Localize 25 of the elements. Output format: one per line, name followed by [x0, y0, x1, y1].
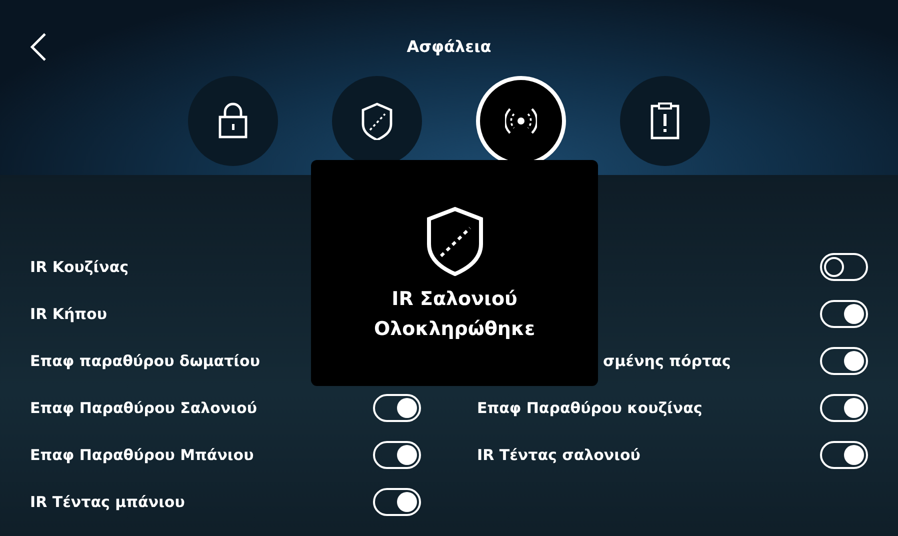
- zone-label: IR Κουζίνας: [30, 256, 129, 278]
- lock-icon: [217, 102, 249, 140]
- page-title: Ασφάλεια: [406, 37, 492, 57]
- zone-label: IR Κήπου: [30, 304, 107, 325]
- shield-icon: [361, 102, 393, 140]
- notification-status: Ολοκληρώθηκε: [374, 317, 536, 342]
- chevron-left-icon: [29, 32, 47, 62]
- zone-label: Επαφ Παραθύρου Σαλονιού: [30, 398, 257, 419]
- shield-icon: [426, 206, 484, 276]
- toggle-switch[interactable]: [820, 347, 868, 375]
- toggle-switch[interactable]: [373, 441, 421, 469]
- clipboard-alert-icon: [649, 102, 681, 140]
- toggle-switch[interactable]: [820, 441, 868, 469]
- toggle-switch[interactable]: [820, 300, 868, 328]
- zone-label: σμένης πόρτας: [603, 350, 731, 372]
- toggle-switch[interactable]: [373, 488, 421, 516]
- toggle-switch[interactable]: [820, 394, 868, 422]
- notification-title: IR Σαλονιού: [392, 287, 518, 312]
- toggle-switch[interactable]: [373, 394, 421, 422]
- zone-label: Επαφ παραθύρου δωματίου: [30, 350, 260, 372]
- zone-label: Επαφ Παραθύρου Μπάνιου: [30, 444, 254, 466]
- toggle-switch[interactable]: [820, 253, 868, 281]
- zone-label: IR Τέντας μπάνιου: [30, 492, 185, 513]
- zone-label: Επαφ Παραθύρου κουζίνας: [477, 398, 702, 419]
- zone-label: IR Τέντας σαλονιού: [477, 444, 640, 466]
